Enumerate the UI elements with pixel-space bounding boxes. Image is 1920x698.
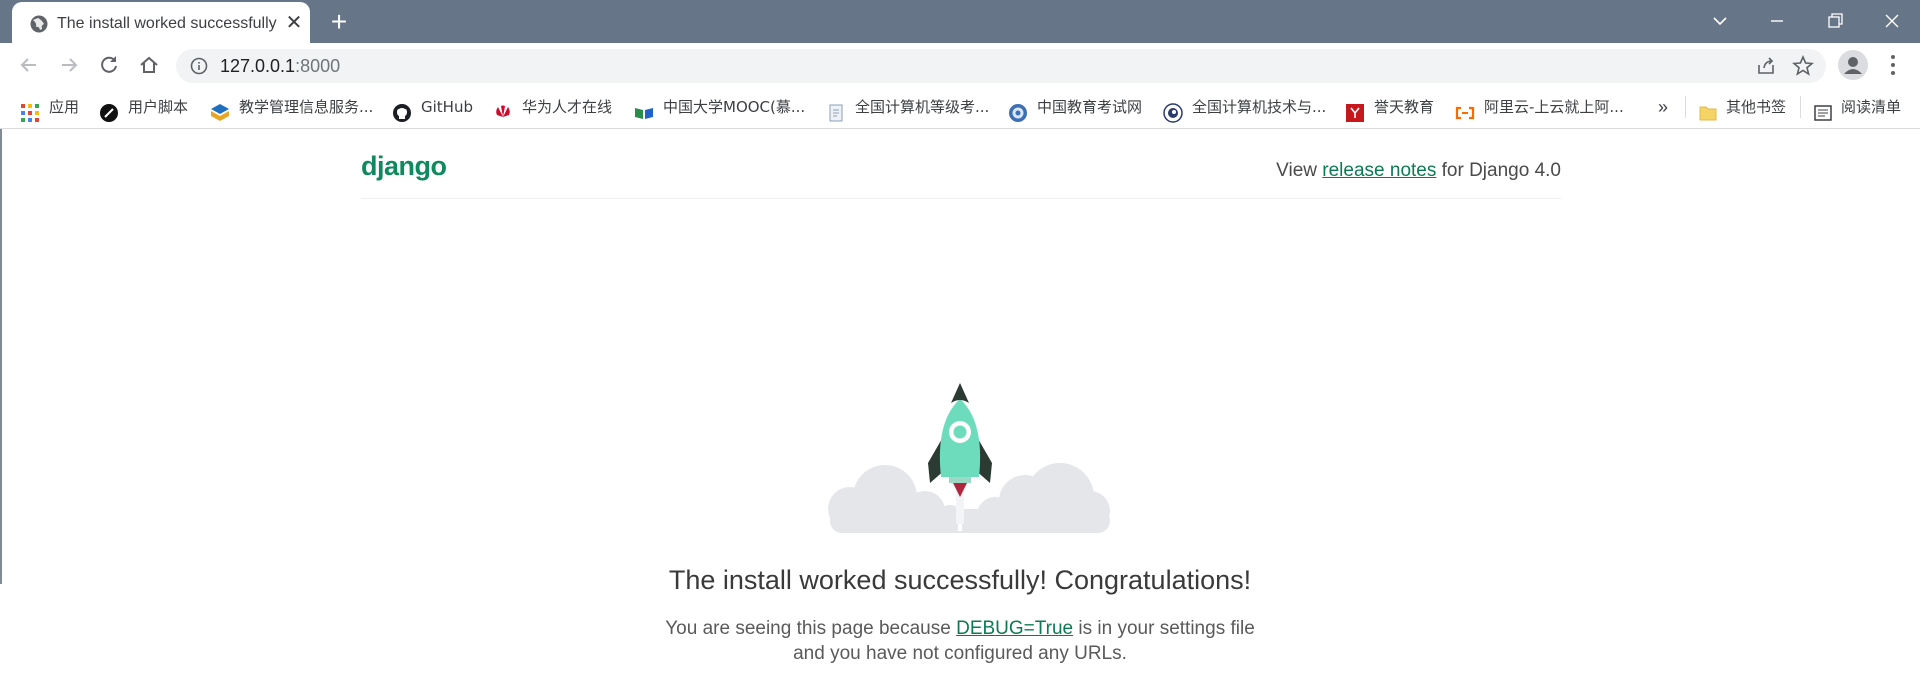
reading-list-icon xyxy=(1813,97,1833,121)
bookmarks-divider xyxy=(1800,96,1801,118)
browser-toolbar: 127.0.0.1:8000 xyxy=(0,43,1920,86)
chevron-down-icon[interactable] xyxy=(1705,6,1735,36)
url-host: 127.0.0.1 xyxy=(220,56,296,76)
forward-arrow-icon[interactable] xyxy=(54,50,84,80)
bookmark-label: 教学管理信息服务... xyxy=(239,98,374,116)
home-icon[interactable] xyxy=(134,50,164,80)
bookmarks-divider xyxy=(1685,96,1686,118)
mooc-icon xyxy=(634,97,654,119)
red-square-icon xyxy=(1345,97,1365,122)
bookmark-label: 全国计算机等级考... xyxy=(855,98,990,116)
github-icon xyxy=(392,97,412,122)
star-icon[interactable] xyxy=(1791,54,1815,77)
colorful-logo-icon xyxy=(210,97,230,121)
django-logo[interactable]: django xyxy=(361,151,447,182)
url-port: :8000 xyxy=(295,56,341,76)
notes-suffix: for Django 4.0 xyxy=(1436,160,1561,181)
bookmark-label: 中国大学MOOC(慕... xyxy=(663,98,806,116)
bookmark-label: 全国计算机技术与... xyxy=(1192,98,1327,116)
notes-prefix: View xyxy=(1276,160,1323,181)
bookmarks-overflow-button[interactable]: » xyxy=(1658,86,1668,128)
reading-list-label: 阅读清单 xyxy=(1841,98,1902,116)
bookmark-label: 华为人才在线 xyxy=(522,98,613,116)
bookmark-label: 用户脚本 xyxy=(128,98,189,116)
page-viewport: django View release notes for Django 4.0 xyxy=(0,129,1920,698)
restore-icon[interactable] xyxy=(1820,6,1850,36)
back-arrow-icon[interactable] xyxy=(14,50,44,80)
release-notes-text: View release notes for Django 4.0 xyxy=(1276,160,1561,182)
tab-title: The install worked successfully xyxy=(57,15,277,32)
bookmark-label: 中国教育考试网 xyxy=(1037,98,1143,116)
huawei-icon xyxy=(493,97,513,117)
tab-close-icon[interactable]: ✕ xyxy=(284,13,304,33)
profile-avatar-icon[interactable] xyxy=(1838,50,1868,80)
folder-icon xyxy=(1698,97,1718,121)
minimize-icon[interactable] xyxy=(1762,6,1792,36)
desc-prefix: You are seeing this page because xyxy=(665,618,957,639)
reload-icon[interactable] xyxy=(94,50,124,80)
seal-icon xyxy=(1008,97,1028,122)
share-icon[interactable] xyxy=(1756,56,1776,76)
bookmark-label: 应用 xyxy=(49,98,80,116)
info-icon[interactable] xyxy=(190,57,208,75)
userscript-icon xyxy=(99,97,119,122)
more-menu-icon[interactable] xyxy=(1888,53,1898,77)
bookmark-label: 阿里云-上云就上阿... xyxy=(1484,98,1624,116)
browser-tab[interactable]: The install worked successfully ✕ xyxy=(12,2,310,43)
globe-icon xyxy=(29,14,49,34)
new-tab-button[interactable]: + xyxy=(326,8,352,36)
release-notes-link[interactable]: release notes xyxy=(1322,160,1436,181)
apps-grid-icon xyxy=(20,97,40,122)
document-icon xyxy=(826,97,846,122)
other-bookmarks-label: 其他书签 xyxy=(1726,98,1787,116)
aliyun-icon xyxy=(1455,97,1475,120)
bookmark-label: GitHub xyxy=(421,98,473,116)
address-bar[interactable]: 127.0.0.1:8000 xyxy=(176,49,1826,83)
tab-strip: The install worked successfully ✕ + xyxy=(0,0,1920,43)
close-icon[interactable] xyxy=(1877,6,1907,36)
page-description: You are seeing this page because DEBUG=T… xyxy=(660,616,1260,666)
debug-link[interactable]: DEBUG=True xyxy=(956,618,1073,639)
django-header: django View release notes for Django 4.0 xyxy=(361,129,1561,199)
bookmarks-bar: 应用 用户脚本 教学管理信息服务... GitHub 华为人才在线 中国大学MO… xyxy=(0,86,1920,129)
bookmark-label: 誉天教育 xyxy=(1374,98,1435,116)
rocket-illustration xyxy=(790,379,1130,554)
window-edge xyxy=(0,129,2,584)
circle-logo-icon xyxy=(1163,97,1183,123)
url-text[interactable]: 127.0.0.1:8000 xyxy=(220,49,340,83)
page-headline: The install worked successfully! Congrat… xyxy=(668,565,1252,595)
